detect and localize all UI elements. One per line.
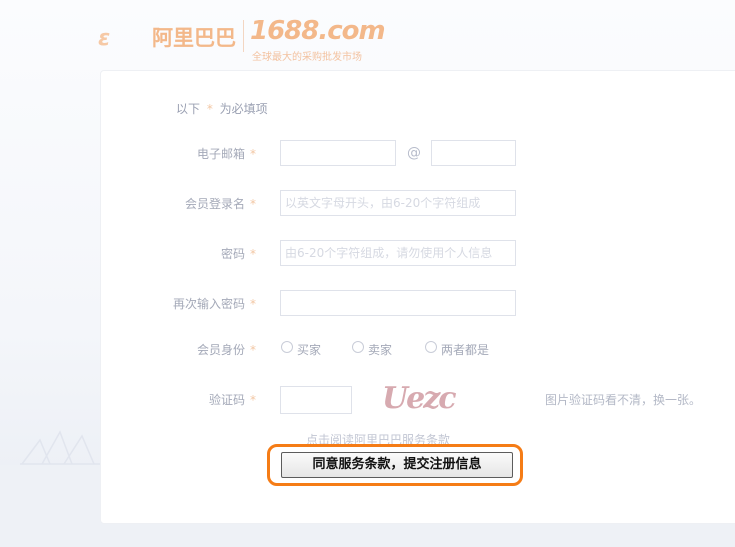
captcha-refresh-link[interactable]: 图片验证码看不清，换一张。 bbox=[545, 391, 701, 408]
1688-brand-text: 1688.com bbox=[250, 16, 386, 46]
captcha-image[interactable]: Uezc bbox=[382, 380, 457, 418]
email-domain-input[interactable] bbox=[431, 140, 516, 166]
alibaba-brand-text: 阿里巴巴 bbox=[152, 26, 236, 50]
logo-divider bbox=[243, 20, 244, 52]
username-label: 会员登录名 * bbox=[96, 195, 256, 212]
username-label-text: 会员登录名 bbox=[184, 197, 245, 211]
password-input[interactable]: 由6-20个字符组成，请勿使用个人信息 bbox=[280, 240, 516, 266]
password-label: 密码 * bbox=[96, 245, 256, 262]
radio-both[interactable] bbox=[425, 341, 437, 353]
email-label-text: 电子邮箱 bbox=[196, 147, 245, 161]
captcha-label-text: 验证码 bbox=[208, 393, 245, 407]
email-user-input[interactable] bbox=[280, 140, 396, 166]
alibaba-logo-icon: ε bbox=[98, 26, 111, 51]
confirm-password-label: 再次输入密码 * bbox=[96, 295, 256, 312]
radio-seller-label[interactable]: 卖家 bbox=[368, 341, 392, 358]
required-note-suffix: 为必填项 bbox=[219, 102, 268, 116]
radio-seller[interactable] bbox=[352, 341, 364, 353]
required-note: 以下 * 为必填项 bbox=[176, 100, 268, 117]
captcha-label: 验证码 * bbox=[96, 391, 256, 408]
required-star: * bbox=[250, 247, 256, 261]
email-at-symbol: @ bbox=[407, 145, 421, 161]
required-star: * bbox=[206, 102, 213, 116]
confirm-password-input[interactable] bbox=[280, 290, 516, 316]
radio-buyer[interactable] bbox=[281, 341, 293, 353]
password-label-text: 密码 bbox=[220, 247, 245, 261]
confirm-password-label-text: 再次输入密码 bbox=[172, 297, 245, 311]
required-star: * bbox=[250, 147, 256, 161]
building-outline-decoration bbox=[20, 430, 110, 465]
required-star: * bbox=[250, 393, 256, 407]
username-input[interactable]: 以英文字母开头，由6-20个字符组成 bbox=[280, 190, 516, 216]
required-star: * bbox=[250, 343, 256, 357]
identity-label-text: 会员身份 bbox=[196, 343, 245, 357]
radio-both-label[interactable]: 两者都是 bbox=[441, 341, 489, 358]
required-note-prefix: 以下 bbox=[176, 102, 201, 116]
required-star: * bbox=[250, 297, 256, 311]
captcha-input[interactable] bbox=[280, 386, 352, 414]
email-label: 电子邮箱 * bbox=[96, 145, 256, 162]
required-star: * bbox=[250, 197, 256, 211]
logo-slogan: 全球最大的采购批发市场 bbox=[252, 52, 362, 63]
submit-registration-button[interactable]: 同意服务条款，提交注册信息 bbox=[281, 452, 513, 478]
radio-buyer-label[interactable]: 买家 bbox=[297, 341, 321, 358]
identity-label: 会员身份 * bbox=[96, 341, 256, 358]
